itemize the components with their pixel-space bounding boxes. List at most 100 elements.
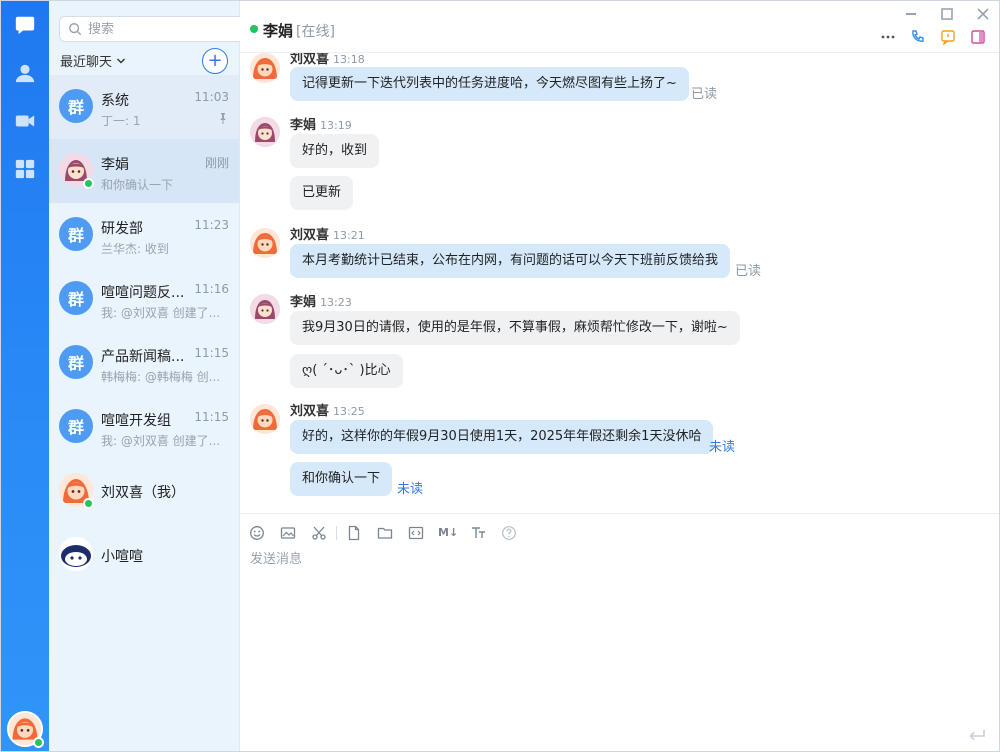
sender-line: 刘双喜 13:21 — [290, 224, 365, 243]
code-icon[interactable] — [408, 525, 424, 541]
contacts-icon[interactable] — [13, 61, 37, 85]
conversation-item[interactable]: 群 研发部 11:23 兰华杰: 收到 — [49, 203, 239, 267]
message-input[interactable] — [250, 549, 950, 569]
scissors-icon[interactable] — [311, 525, 327, 541]
conversation-preview: 我: @刘双喜 创建了... — [101, 434, 221, 448]
group-avatar: 群 — [59, 89, 93, 123]
message-time: 13:21 — [333, 229, 365, 242]
conversation-preview: 兰华杰: 收到 — [101, 242, 169, 256]
pin-icon — [220, 113, 226, 124]
read-status: 未读 — [709, 440, 736, 455]
conversation-name: 产品新闻稿... — [101, 349, 185, 365]
message-time: 13:18 — [333, 53, 365, 66]
apps-grid-icon[interactable] — [13, 157, 37, 181]
conversation-item[interactable]: 李娟 刚刚 和你确认一下 — [49, 139, 239, 203]
conversation-item[interactable]: 小喧喧 — [49, 523, 239, 587]
app-window: 最近聊天 + 群 系统 11:03 丁一: 1 李娟 刚刚 和你确认一下 群 研… — [0, 0, 1000, 752]
message-list: 刘双喜 13:18 记得更新一下迭代列表中的任务进度哈，今天燃尽图有些上扬了~ 已… — [240, 53, 999, 512]
my-online-indicator — [33, 737, 44, 748]
add-chat-button[interactable]: + — [202, 48, 228, 74]
message-time: 13:25 — [333, 405, 365, 418]
online-indicator — [83, 498, 94, 509]
minimize-icon[interactable] — [904, 7, 918, 21]
sender-name: 刘双喜 — [290, 228, 330, 243]
nav-rail — [1, 1, 49, 751]
message-bubble[interactable]: ღ( ´･ᴗ･` )比心 — [290, 354, 403, 388]
phone-icon[interactable] — [910, 29, 926, 45]
close-icon[interactable] — [976, 7, 990, 21]
folder-icon[interactable] — [377, 525, 393, 541]
conversation-item[interactable]: 群 喧喧开发组 11:15 我: @刘双喜 创建了... — [49, 395, 239, 459]
conversation-item[interactable]: 刘双喜（我） — [49, 459, 239, 523]
message-time: 13:23 — [320, 296, 352, 309]
sender-avatar[interactable] — [250, 228, 280, 258]
online-indicator — [83, 178, 94, 189]
send-icon[interactable] — [967, 727, 987, 745]
recent-chats-label: 最近聊天 — [60, 55, 113, 70]
sender-name: 李娟 — [290, 295, 317, 310]
text-format-icon[interactable] — [470, 525, 486, 541]
sender-name: 刘双喜 — [290, 53, 330, 67]
message-bubble[interactable]: 已更新 — [290, 176, 354, 210]
maximize-icon[interactable] — [940, 7, 954, 21]
message-bubble[interactable]: 我9月30日的请假，使用的是年假，不算事假，麻烦帮忙修改一下，谢啦~ — [290, 311, 740, 345]
sender-line: 刘双喜 13:25 — [290, 400, 365, 419]
more-icon[interactable] — [880, 29, 896, 45]
sidebar-toggle-icon[interactable] — [970, 29, 986, 45]
file-icon[interactable] — [346, 525, 362, 541]
conversation-name: 喧喧开发组 — [101, 413, 171, 429]
chevron-down-icon — [117, 58, 126, 63]
conversation-name: 系统 — [101, 93, 129, 109]
conversation-item[interactable]: 群 产品新闻稿... 11:15 韩梅梅: @韩梅梅 创... — [49, 331, 239, 395]
image-icon[interactable] — [280, 525, 296, 541]
message-bubble[interactable]: 记得更新一下迭代列表中的任务进度哈，今天燃尽图有些上扬了~ — [290, 67, 689, 101]
video-icon[interactable] — [13, 109, 37, 133]
conversation-preview: 我: @刘双喜 创建了... — [101, 306, 221, 320]
chat-title: 李娟 — [263, 22, 294, 40]
markdown-icon[interactable]: M↓ — [438, 525, 460, 541]
sender-avatar[interactable] — [250, 404, 280, 434]
emoji-icon[interactable] — [249, 525, 265, 541]
conversation-name: 研发部 — [101, 221, 143, 237]
conversation-name: 小喧喧 — [101, 549, 143, 565]
message-bubble[interactable]: 好的，收到 — [290, 134, 380, 168]
message-bubble[interactable]: 和你确认一下 — [290, 462, 393, 496]
help-icon[interactable] — [501, 525, 517, 541]
message-bubble[interactable]: 本月考勤统计已结束，公布在内网，有问题的话可以今天下班前反馈给我 — [290, 244, 731, 278]
conversation-preview: 韩梅梅: @韩梅梅 创... — [101, 370, 221, 384]
chat-icon[interactable] — [13, 13, 37, 37]
search-box[interactable] — [59, 16, 257, 42]
message-bubble[interactable]: 好的，这样你的年假9月30日使用1天，2025年年假还剩余1天没休哈 — [290, 420, 714, 454]
read-status: 已读 — [735, 264, 762, 279]
conversation-time: 11:23 — [194, 218, 229, 232]
conversation-item[interactable]: 群 喧喧问题反... 11:16 我: @刘双喜 创建了... — [49, 267, 239, 331]
online-indicator — [250, 25, 258, 33]
sender-avatar[interactable] — [250, 53, 280, 83]
group-avatar: 群 — [59, 409, 93, 443]
group-avatar: 群 — [59, 281, 93, 315]
conversation-list: 最近聊天 + 群 系统 11:03 丁一: 1 李娟 刚刚 和你确认一下 群 研… — [49, 1, 257, 751]
search-input[interactable] — [88, 21, 238, 37]
sender-line: 李娟 13:23 — [290, 291, 352, 310]
read-status: 未读 — [397, 482, 424, 497]
group-avatar: 群 — [59, 217, 93, 251]
conversation-name: 刘双喜（我） — [101, 485, 185, 501]
notice-icon[interactable] — [940, 29, 956, 45]
chat-header: 李娟 [在线] — [240, 1, 999, 53]
conversation-time: 11:15 — [194, 410, 229, 424]
sender-name: 李娟 — [290, 118, 317, 133]
conversation-time: 11:16 — [194, 282, 229, 296]
sender-line: 刘双喜 13:18 — [290, 53, 365, 67]
sender-name: 刘双喜 — [290, 404, 330, 419]
chat-panel: 李娟 [在线] 刘双喜 13:18 记得更新一下迭代列表中的任务进度哈，今天燃尽图… — [240, 1, 999, 751]
sender-line: 李娟 13:19 — [290, 114, 352, 133]
sender-avatar[interactable] — [250, 117, 280, 147]
message-time: 13:19 — [320, 119, 352, 132]
bot-avatar — [59, 537, 93, 571]
search-icon — [69, 23, 82, 36]
sender-avatar[interactable] — [250, 294, 280, 324]
toolbar-divider — [336, 526, 337, 540]
conversation-item[interactable]: 群 系统 11:03 丁一: 1 — [49, 75, 239, 139]
conversation-time: 刚刚 — [204, 156, 229, 170]
recent-chats-dropdown[interactable]: 最近聊天 — [60, 51, 126, 70]
